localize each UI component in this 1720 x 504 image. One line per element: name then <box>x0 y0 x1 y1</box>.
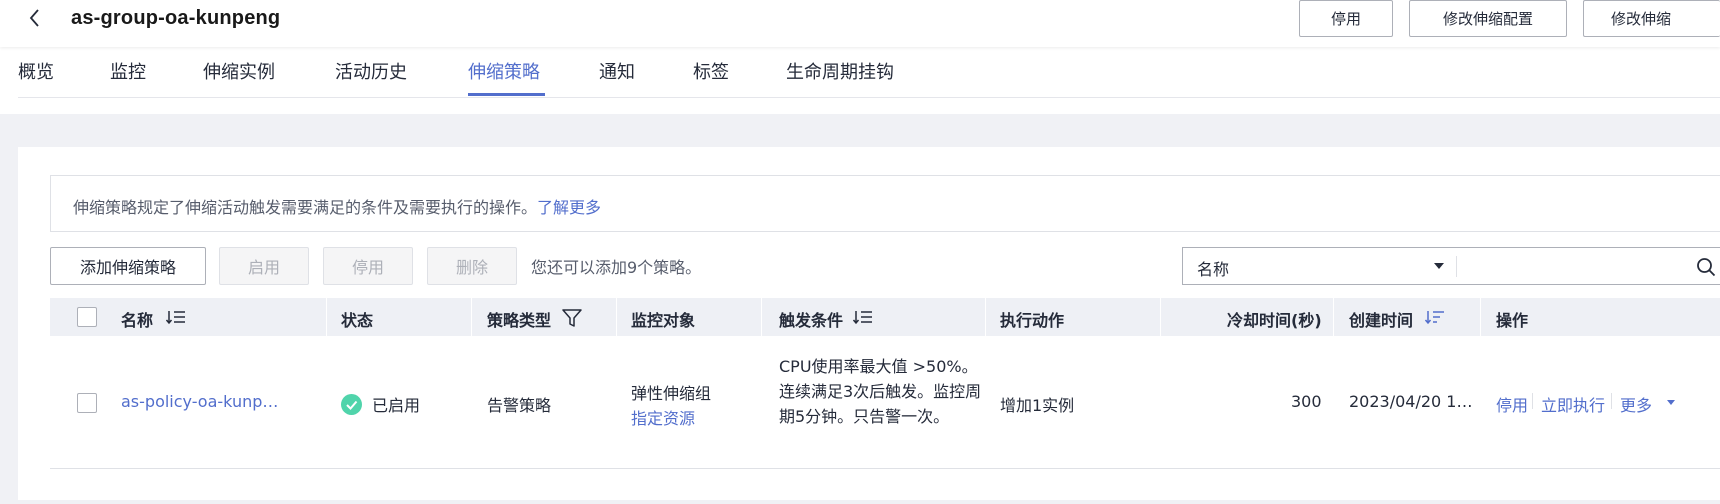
specify-resource-link[interactable]: 指定资源 <box>631 405 695 429</box>
table-header: 名称 状态 策略类型 监控对象 触发条件 执行动作 冷却时间(秒) 创建时间 操… <box>50 298 1720 336</box>
col-cooldown: 冷却时间(秒) <box>1227 311 1322 330</box>
active-tab-indicator <box>468 93 545 96</box>
search-separator <box>1456 256 1457 277</box>
col-divider <box>1480 298 1481 336</box>
monitor-object: 弹性伸缩组 <box>631 384 712 403</box>
chevron-down-icon[interactable] <box>1434 263 1444 269</box>
modify-group-button[interactable]: 修改伸缩 <box>1583 0 1720 37</box>
sort-icon[interactable] <box>166 309 186 325</box>
col-status: 状态 <box>341 311 374 330</box>
col-divider <box>326 298 327 336</box>
cooldown-value: 300 <box>1291 392 1322 411</box>
op-separator <box>1611 393 1612 409</box>
notice-message: 伸缩策略规定了伸缩活动触发需要满足的条件及需要执行的操作。 <box>73 198 538 217</box>
modify-config-button[interactable]: 修改伸缩配置 <box>1409 0 1567 37</box>
search-field-select[interactable]: 名称 <box>1197 256 1229 280</box>
tabs-divider <box>18 97 1720 98</box>
page-title: as-group-oa-kunpeng <box>71 7 281 29</box>
quota-text: 您还可以添加9个策略。 <box>531 258 702 277</box>
disable-group-button[interactable]: 停用 <box>1299 0 1393 37</box>
sort-desc-icon[interactable] <box>1425 309 1445 325</box>
col-divider <box>761 298 762 336</box>
policy-name-link[interactable]: as-policy-oa-kunp… <box>121 392 278 411</box>
select-all-checkbox[interactable] <box>77 307 97 327</box>
tab-tags[interactable]: 标签 <box>693 58 729 84</box>
execute-now-link[interactable]: 立即执行 <box>1541 392 1605 416</box>
col-monitor-object: 监控对象 <box>631 311 696 330</box>
created-time: 2023/04/20 1… <box>1349 392 1473 411</box>
search-input[interactable] <box>1463 252 1667 282</box>
page-header: as-group-oa-kunpeng 停用 修改伸缩配置 修改伸缩 <box>0 0 1720 47</box>
col-trigger: 触发条件 <box>779 311 844 330</box>
filter-icon[interactable] <box>562 309 582 327</box>
col-divider <box>616 298 617 336</box>
status-enabled-icon <box>341 394 362 415</box>
col-divider <box>1333 298 1334 336</box>
tab-overview[interactable]: 概览 <box>18 58 54 84</box>
op-separator <box>1532 393 1533 409</box>
learn-more-link[interactable]: 了解更多 <box>537 198 601 217</box>
row-checkbox[interactable] <box>77 393 97 413</box>
more-dropdown[interactable]: 更多 <box>1620 392 1652 416</box>
search-bar: 名称 <box>1182 247 1720 285</box>
tab-monitoring[interactable]: 监控 <box>110 58 146 84</box>
notice-text: 伸缩策略规定了伸缩活动触发需要满足的条件及需要执行的操作。了解更多 <box>73 194 601 218</box>
tab-lifecycle-hooks[interactable]: 生命周期挂钩 <box>786 58 894 84</box>
add-policy-button[interactable]: 添加伸缩策略 <box>50 247 206 285</box>
caret-down-icon[interactable] <box>1667 400 1675 405</box>
tab-notifications[interactable]: 通知 <box>599 58 635 84</box>
tab-bar: 概览 监控 伸缩实例 活动历史 伸缩策略 通知 标签 生命周期挂钩 <box>0 54 1720 99</box>
disable-policy-link[interactable]: 停用 <box>1496 392 1528 416</box>
delete-button[interactable]: 删除 <box>427 247 517 285</box>
tab-instances[interactable]: 伸缩实例 <box>203 58 275 84</box>
col-policy-type: 策略类型 <box>487 311 552 330</box>
top-area: as-group-oa-kunpeng 停用 修改伸缩配置 修改伸缩 概览 监控… <box>0 0 1720 114</box>
col-operations: 操作 <box>1496 311 1529 330</box>
info-notice: 伸缩策略规定了伸缩活动触发需要满足的条件及需要执行的操作。了解更多 <box>50 175 1720 232</box>
tab-scaling-policies[interactable]: 伸缩策略 <box>468 58 540 84</box>
disable-button[interactable]: 停用 <box>323 247 413 285</box>
search-icon[interactable] <box>1696 257 1716 277</box>
col-name: 名称 <box>121 311 154 330</box>
col-divider <box>985 298 986 336</box>
policy-type: 告警策略 <box>487 396 552 415</box>
col-created-time: 创建时间 <box>1349 311 1414 330</box>
sort-icon[interactable] <box>853 309 873 325</box>
execute-action: 增加1实例 <box>1000 396 1075 415</box>
status-text: 已启用 <box>372 396 421 415</box>
col-divider <box>1160 298 1161 336</box>
enable-button[interactable]: 启用 <box>219 247 309 285</box>
col-divider <box>471 298 472 336</box>
check-icon <box>346 400 358 410</box>
tab-activity-history[interactable]: 活动历史 <box>335 58 407 84</box>
back-arrow-icon[interactable] <box>24 6 48 30</box>
table-row: as-policy-oa-kunp… 已启用 告警策略 弹性伸缩组 指定资源 C… <box>50 336 1720 469</box>
col-action: 执行动作 <box>1000 311 1065 330</box>
trigger-condition: CPU使用率最大值 >50%。连续满足3次后触发。监控周期5分钟。只告警一次。 <box>779 357 982 426</box>
